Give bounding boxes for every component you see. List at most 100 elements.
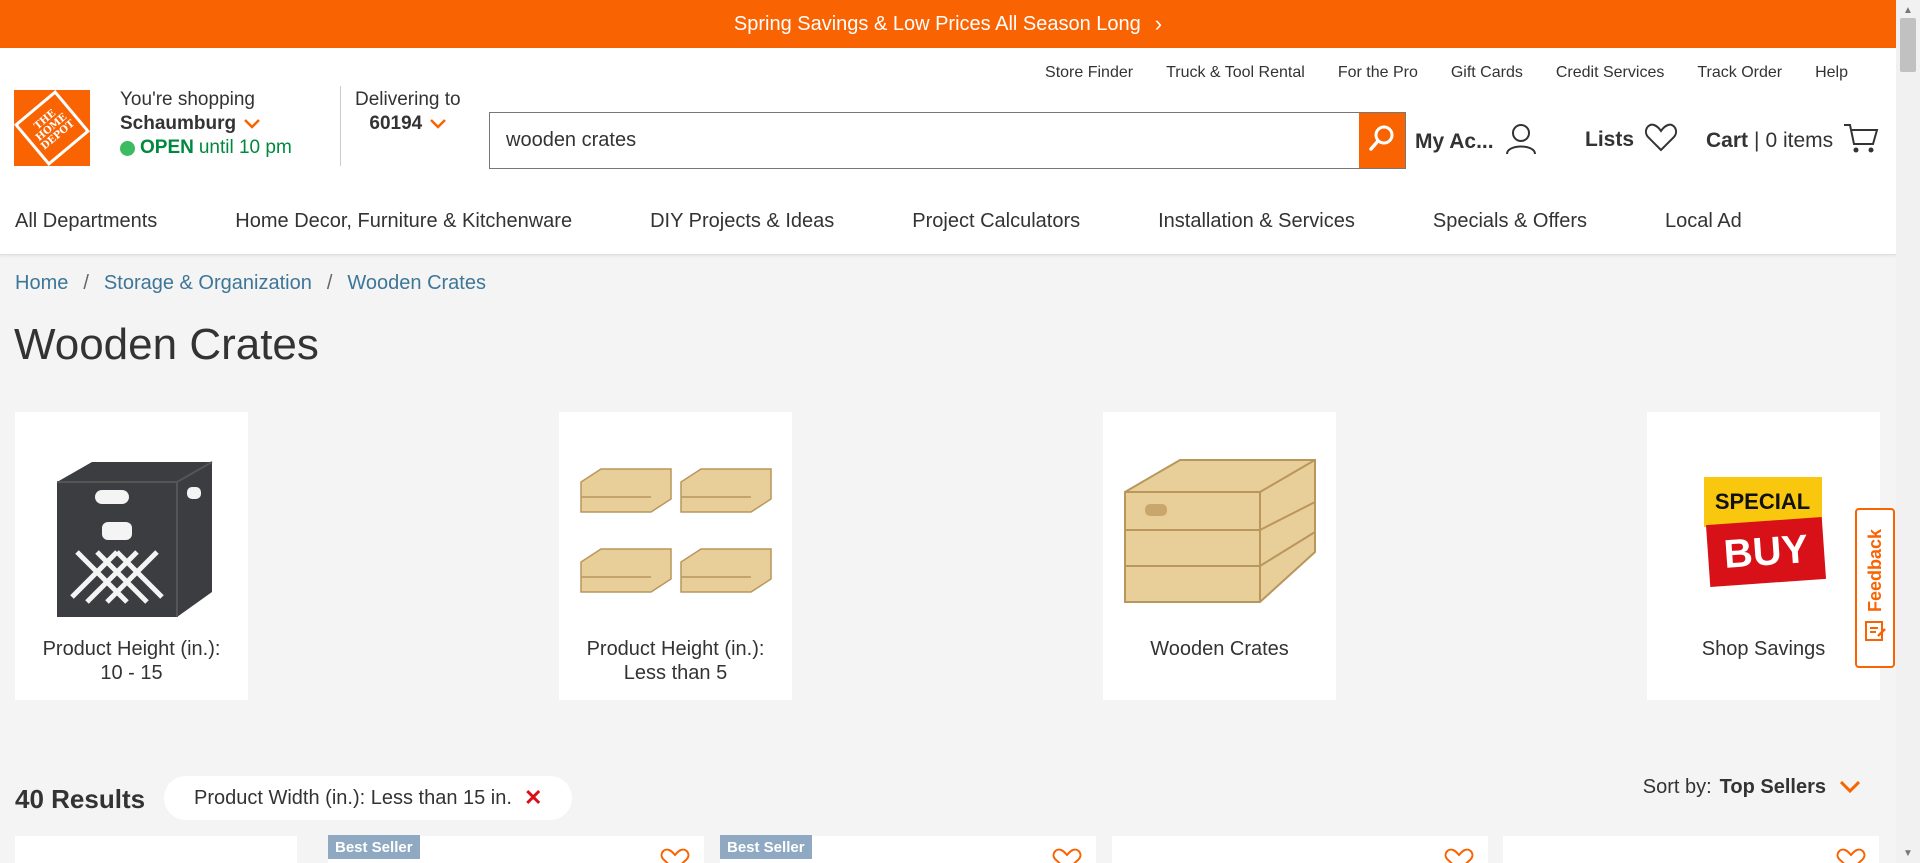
feedback-icon [1864, 620, 1886, 647]
store-status: OPEN until 10 pm [120, 136, 292, 160]
category-caption: Product Height (in.): Less than 5 [559, 637, 792, 685]
cart-label: Cart [1706, 129, 1749, 152]
small-crates-image [559, 432, 792, 632]
category-caption: Wooden Crates [1103, 637, 1336, 661]
my-account-button[interactable]: My Ac... [1415, 122, 1538, 162]
chevron-down-icon [430, 112, 447, 136]
product-card[interactable] [1112, 836, 1488, 863]
lists-label: Lists [1585, 128, 1635, 151]
page-scrollbar[interactable]: ▲ ▼ [1896, 0, 1920, 863]
nav-local-ad[interactable]: Local Ad [1665, 210, 1742, 233]
store-label: You're shopping [120, 89, 255, 110]
main-nav: All Departments Home Decor, Furniture & … [15, 210, 1820, 233]
best-seller-badge: Best Seller [720, 835, 812, 859]
nav-home-decor[interactable]: Home Decor, Furniture & Kitchenware [235, 210, 572, 233]
special-buy-image: SPECIAL BUY [1647, 432, 1880, 632]
scroll-down-arrow-icon[interactable]: ▼ [1896, 845, 1920, 861]
heart-icon[interactable] [1052, 848, 1082, 863]
breadcrumb-storage[interactable]: Storage & Organization [104, 272, 312, 295]
caption-line1: Wooden Crates [1150, 638, 1289, 660]
lists-button[interactable]: Lists [1585, 122, 1678, 158]
header-divider [340, 86, 341, 166]
promo-banner[interactable]: Spring Savings & Low Prices All Season L… [0, 0, 1896, 48]
caption-line1: Product Height (in.): [586, 638, 765, 660]
breadcrumb-wooden-crates[interactable]: Wooden Crates [347, 272, 486, 295]
nav-diy-projects[interactable]: DIY Projects & Ideas [650, 210, 834, 233]
chevron-down-icon [1839, 776, 1861, 799]
search-icon [1367, 123, 1397, 158]
results-count: 40 Results [15, 784, 146, 814]
cart-separator: | [1754, 129, 1760, 152]
search-input[interactable] [490, 113, 1359, 168]
user-icon [1504, 122, 1538, 162]
logo-mark: THE HOME DEPOT [13, 89, 91, 167]
cart-icon [1843, 122, 1879, 160]
heart-icon[interactable] [1836, 848, 1866, 863]
caption-line1: Product Height (in.): [42, 638, 221, 660]
category-card-height-less-5[interactable]: Product Height (in.): Less than 5 [559, 412, 792, 700]
product-card[interactable] [1503, 836, 1879, 863]
search-bar [489, 112, 1406, 169]
help-link[interactable]: Help [1815, 64, 1848, 82]
chevron-down-icon [244, 112, 261, 136]
sort-dropdown[interactable]: Sort by: Top Sellers [1642, 776, 1861, 799]
close-icon[interactable]: ✕ [524, 785, 542, 811]
scrollbar-thumb[interactable] [1900, 18, 1916, 72]
store-hours: until 10 pm [198, 137, 292, 158]
track-order-link[interactable]: Track Order [1697, 64, 1782, 82]
store-name: Schaumburg [120, 113, 237, 134]
category-card-height-10-15[interactable]: Product Height (in.): 10 - 15 [15, 412, 248, 700]
category-card-shop-savings[interactable]: SPECIAL BUY Shop Savings [1647, 412, 1880, 700]
breadcrumb-separator: / [83, 272, 89, 294]
caption-line2: 10 - 15 [100, 662, 163, 684]
promo-text: Spring Savings & Low Prices All Season L… [733, 12, 1141, 35]
caption-line1: Shop Savings [1701, 638, 1826, 660]
cart-button[interactable]: Cart | 0 items [1706, 122, 1879, 160]
page-title: Wooden Crates [14, 320, 319, 369]
nav-all-departments[interactable]: All Departments [15, 210, 157, 233]
heart-icon[interactable] [660, 848, 690, 863]
wooden-crate-image [1103, 432, 1336, 632]
special-buy-bottom: BUY [1705, 517, 1826, 587]
sort-label: Sort by: [1642, 776, 1712, 798]
product-card[interactable] [15, 836, 297, 863]
nav-project-calculators[interactable]: Project Calculators [912, 210, 1080, 233]
best-seller-badge: Best Seller [328, 835, 420, 859]
nav-specials-offers[interactable]: Specials & Offers [1433, 210, 1587, 233]
my-account-label: My Ac... [1415, 130, 1494, 153]
delivery-zip-selector[interactable]: Delivering to 60194 [355, 88, 461, 136]
open-dot-icon [120, 140, 135, 156]
delivery-zip: 60194 [369, 113, 423, 134]
caption-line2: Less than 5 [623, 662, 728, 684]
feedback-label: Feedback [1864, 528, 1885, 613]
truck-tool-rental-link[interactable]: Truck & Tool Rental [1166, 64, 1305, 82]
store-open-label: OPEN [140, 137, 194, 158]
filter-chip[interactable]: Product Width (in.): Less than 15 in. ✕ [164, 776, 573, 820]
category-caption: Product Height (in.): 10 - 15 [15, 637, 248, 685]
nav-installation-services[interactable]: Installation & Services [1158, 210, 1355, 233]
cart-count: 0 items [1765, 129, 1834, 152]
breadcrumb-separator: / [326, 272, 333, 294]
category-caption: Shop Savings [1647, 637, 1880, 661]
milk-crate-image [15, 432, 248, 632]
delivery-label: Delivering to [355, 89, 461, 110]
category-card-wooden-crates[interactable]: Wooden Crates [1103, 412, 1336, 700]
credit-services-link[interactable]: Credit Services [1556, 64, 1664, 82]
breadcrumb: Home / Storage & Organization / Wooden C… [15, 272, 486, 295]
sort-value: Top Sellers [1719, 776, 1826, 798]
heart-icon[interactable] [1444, 848, 1474, 863]
utility-links: Store Finder Truck & Tool Rental For the… [1045, 64, 1848, 82]
heart-icon [1644, 122, 1678, 158]
store-selector[interactable]: You're shopping Schaumburg OPEN until 10… [120, 88, 292, 160]
store-finder-link[interactable]: Store Finder [1045, 64, 1133, 82]
for-the-pro-link[interactable]: For the Pro [1338, 64, 1418, 82]
breadcrumb-home[interactable]: Home [15, 272, 68, 295]
filter-chip-label: Product Width (in.): Less than 15 in. [194, 786, 512, 809]
feedback-tab[interactable]: Feedback [1855, 508, 1895, 668]
home-depot-logo[interactable]: THE HOME DEPOT [13, 89, 91, 167]
search-button[interactable] [1359, 113, 1405, 168]
chevron-right-icon: › [1154, 11, 1163, 36]
scroll-up-arrow-icon[interactable]: ▲ [1896, 2, 1920, 18]
site-header: Store Finder Truck & Tool Rental For the… [0, 48, 1896, 255]
gift-cards-link[interactable]: Gift Cards [1451, 64, 1523, 82]
